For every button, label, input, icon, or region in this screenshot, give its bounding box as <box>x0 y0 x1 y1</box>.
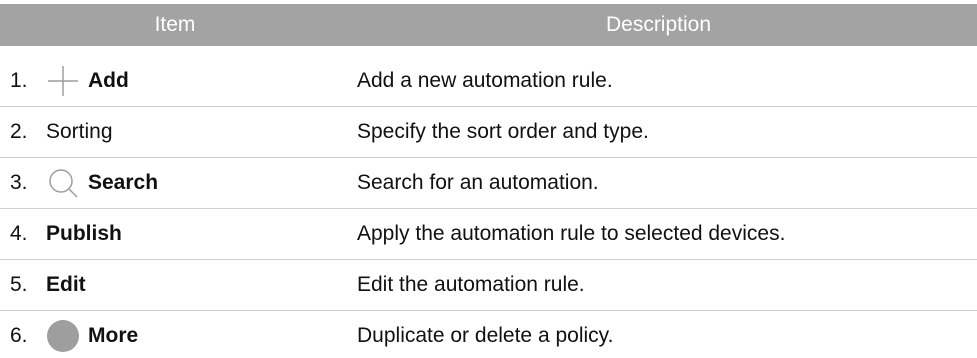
row-number: 1. <box>10 69 28 92</box>
search-icon <box>46 166 80 200</box>
plus-icon <box>46 64 80 98</box>
row-number: 5. <box>10 273 28 296</box>
more-icon <box>46 319 80 353</box>
row-label: Search <box>88 171 159 194</box>
row-label: Publish <box>46 222 122 245</box>
row-label: More <box>88 324 139 347</box>
row-item-cell: 1. Add <box>0 64 355 98</box>
header-description: Description <box>605 13 712 36</box>
row-number: 2. <box>10 120 28 143</box>
row-number: 6. <box>10 324 28 347</box>
row-description: Search for an automation. <box>357 171 599 194</box>
row-number: 3. <box>10 171 28 194</box>
row-number: 4. <box>10 222 28 245</box>
row-item-cell: 4. Publish <box>0 222 355 246</box>
row-item-cell: 5. Edit <box>0 273 355 297</box>
table-row: 4. Publish Apply the automation rule to … <box>0 209 977 259</box>
row-description: Specify the sort order and type. <box>357 120 649 143</box>
item-description-table: Item Description 1. Add Add a new automa… <box>0 0 977 358</box>
row-description: Edit the automation rule. <box>357 273 585 296</box>
row-label: Sorting <box>46 120 113 143</box>
table-row: 6. More Duplicate or delete a policy. <box>0 311 977 358</box>
header-item: Item <box>154 13 196 36</box>
row-description: Add a new automation rule. <box>357 69 613 92</box>
table-header: Item Description <box>0 4 977 46</box>
row-description: Duplicate or delete a policy. <box>357 324 614 347</box>
row-item-cell: 3. Search <box>0 166 355 200</box>
row-label: Edit <box>46 273 86 296</box>
table-row: 2. Sorting Specify the sort order and ty… <box>0 107 977 157</box>
table-row: 3. Search Search for an automation. <box>0 158 977 208</box>
row-item-cell: 2. Sorting <box>0 120 355 144</box>
row-item-cell: 6. More <box>0 319 355 353</box>
row-description: Apply the automation rule to selected de… <box>357 222 786 245</box>
table-row: 1. Add Add a new automation rule. <box>0 56 977 106</box>
table-row: 5. Edit Edit the automation rule. <box>0 260 977 310</box>
row-label: Add <box>88 69 129 92</box>
